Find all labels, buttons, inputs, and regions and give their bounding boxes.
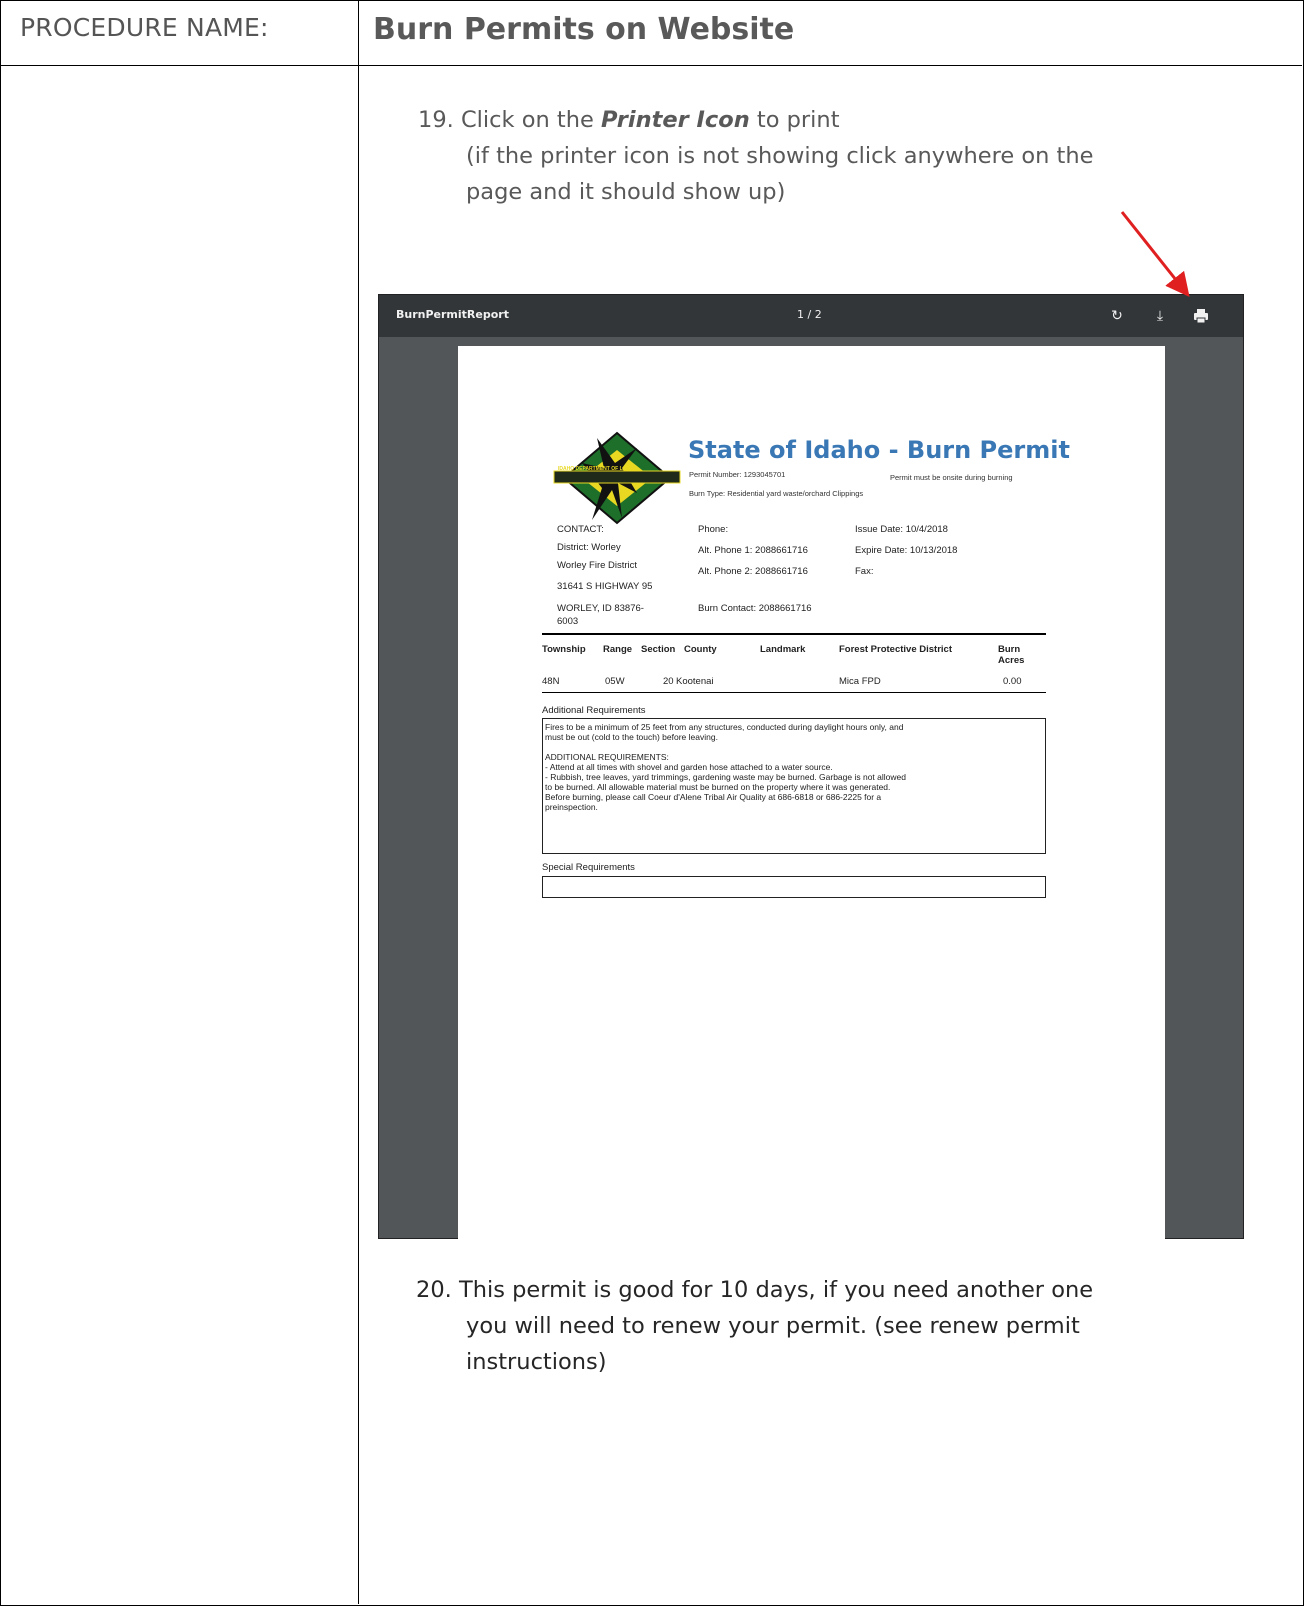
step-20: 20. This permit is good for 10 days, if …	[416, 1272, 1236, 1380]
table-divider-vertical	[358, 0, 359, 1604]
td-burn-acres: 0.00	[1003, 676, 1022, 687]
contact-line2: Worley Fire District	[557, 560, 638, 571]
permit-title: State of Idaho - Burn Permit	[688, 436, 1070, 464]
td-county: Kootenai	[676, 676, 714, 687]
additional-line: to be burned. All allowable material mus…	[545, 782, 891, 792]
special-label: Special Requirements	[542, 862, 635, 873]
additional-line: Before burning, please call Coeur d'Alen…	[545, 792, 882, 802]
logo-caption: IDAHO DEPARTMENT OF LANDS	[558, 466, 637, 472]
expire-date: Expire Date: 10/13/2018	[855, 545, 958, 556]
td-range: 05W	[605, 676, 625, 687]
procedure-name: Burn Permits on Website	[373, 12, 795, 47]
step-20-line3: instructions)	[466, 1349, 607, 1375]
additional-label: Additional Requirements	[542, 705, 646, 716]
contact-line5: 6003	[557, 616, 579, 627]
step-20-number: 20.	[416, 1277, 452, 1303]
step-19-emphasis: Printer Icon	[600, 107, 750, 133]
additional-line: - Attend at all times with shovel and ga…	[545, 762, 833, 772]
th-forest-district: Forest Protective District	[839, 644, 952, 655]
step-19: 19. Click on the Printer Icon to print (…	[418, 102, 1093, 210]
additional-line: ADDITIONAL REQUIREMENTS:	[545, 752, 669, 762]
contact-label: CONTACT:	[557, 524, 604, 535]
th-county: County	[684, 644, 717, 655]
step-19-text-before: Click on the	[460, 107, 594, 133]
step-19-number: 19.	[418, 107, 454, 133]
step-20-line1: This permit is good for 10 days, if you …	[458, 1277, 1094, 1303]
fax: Fax:	[855, 566, 874, 577]
permit-number: Permit Number: 1293045701	[689, 470, 786, 479]
th-range: Range	[603, 644, 633, 655]
pdf-page: IDAHO DEPARTMENT OF LANDS State of Idaho…	[458, 346, 1165, 1240]
red-arrow-pointer	[1120, 211, 1190, 298]
alt-phone-2: Alt. Phone 2: 2088661716	[698, 566, 808, 577]
step-19-note-line1: (if the printer icon is not showing clic…	[466, 143, 1094, 169]
burn-contact: Burn Contact: 2088661716	[698, 603, 812, 614]
additional-line	[545, 742, 1043, 752]
td-township: 48N	[542, 676, 560, 687]
issue-date: Issue Date: 10/4/2018	[855, 524, 948, 535]
additional-line: preinspection.	[545, 802, 598, 812]
procedure-label: PROCEDURE NAME:	[20, 13, 269, 42]
pdf-title: BurnPermitReport	[396, 308, 509, 321]
pdf-viewer-screenshot: BurnPermitReport 1 / 2 ↻ ⤓ IDAHO DEPARTM…	[378, 294, 1244, 1240]
th-section: Section	[641, 644, 676, 655]
contact-line3: 31641 S HIGHWAY 95	[557, 581, 653, 592]
additional-line: - Rubbish, tree leaves, yard trimmings, …	[545, 772, 906, 782]
th-burn-acres: Burn Acres	[998, 644, 1025, 666]
step-20-line2: you will need to renew your permit. (see…	[466, 1313, 1080, 1339]
th-landmark: Landmark	[760, 644, 806, 655]
table-divider-horizontal	[0, 65, 1302, 66]
td-section: 20	[663, 676, 674, 687]
phone-label: Phone:	[698, 524, 729, 535]
contact-line1: District: Worley	[557, 542, 621, 553]
step-19-text-after: to print	[756, 107, 840, 133]
alt-phone-1: Alt. Phone 1: 2088661716	[698, 545, 808, 556]
pdf-page-indicator: 1 / 2	[797, 308, 822, 321]
idaho-dept-lands-logo	[553, 431, 681, 525]
burn-type: Burn Type: Residential yard waste/orchar…	[689, 489, 864, 498]
additional-line: must be out (cold to the touch) before l…	[545, 732, 718, 742]
pdf-toolbar: BurnPermitReport 1 / 2 ↻ ⤓	[379, 295, 1243, 337]
table-top-rule	[542, 633, 1046, 635]
step-19-note-line2: page and it should show up)	[466, 179, 786, 205]
th-township: Township	[542, 644, 586, 655]
permit-note: Permit must be onsite during burning	[890, 473, 1013, 482]
contact-line4: WORLEY, ID 83876-	[557, 603, 644, 614]
td-forest-district: Mica FPD	[839, 676, 881, 687]
additional-line: Fires to be a minimum of 25 feet from an…	[545, 722, 904, 732]
table-bottom-rule	[542, 692, 1046, 693]
additional-requirements-box: Fires to be a minimum of 25 feet from an…	[542, 718, 1046, 854]
special-requirements-box	[542, 876, 1046, 898]
